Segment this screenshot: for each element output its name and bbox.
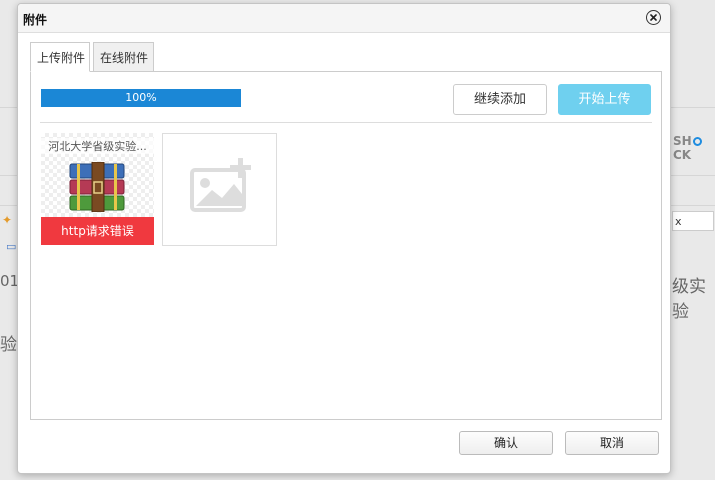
bg-divider bbox=[0, 205, 17, 206]
bg-text-right: 级实验 bbox=[672, 277, 706, 322]
archive-file-icon bbox=[69, 162, 125, 212]
start-upload-button[interactable]: 开始上传 bbox=[558, 84, 651, 115]
add-more-button[interactable]: 继续添加 bbox=[453, 84, 547, 115]
bg-divider bbox=[0, 175, 17, 176]
bg-divider bbox=[671, 175, 715, 176]
bg-logo-left: SH bbox=[673, 134, 692, 148]
confirm-button[interactable]: 确认 bbox=[459, 431, 553, 455]
add-image-icon bbox=[190, 158, 251, 212]
add-file-placeholder[interactable] bbox=[162, 133, 277, 246]
dialog-title: 附件 bbox=[23, 13, 48, 27]
tab-online-attachment[interactable]: 在线附件 bbox=[93, 42, 154, 72]
bg-divider bbox=[0, 107, 17, 108]
attachment-dialog: 附件 上传附件 在线附件 100% 继续添加 开始上传 河北大学省级实验... bbox=[17, 3, 671, 474]
bg-text-left: 验 bbox=[0, 335, 17, 355]
file-item[interactable]: 河北大学省级实验... http请求错误 bbox=[41, 133, 154, 245]
tab-upload-attachment[interactable]: 上传附件 bbox=[30, 42, 90, 72]
editor-icon[interactable]: ▭ bbox=[6, 240, 16, 253]
upload-progress-bar: 100% bbox=[41, 89, 241, 107]
close-icon bbox=[650, 14, 657, 21]
bg-input-box[interactable]: x bbox=[672, 211, 714, 231]
toolbar-divider bbox=[40, 122, 652, 123]
upload-toolbar: 100% 继续添加 开始上传 bbox=[31, 72, 661, 122]
logo-circle-icon bbox=[692, 137, 702, 146]
close-button[interactable] bbox=[646, 10, 661, 25]
cancel-button[interactable]: 取消 bbox=[565, 431, 659, 455]
bg-logo-right: CK bbox=[673, 148, 692, 162]
magic-wand-icon[interactable]: ✦ bbox=[2, 213, 12, 227]
file-name: 河北大学省级实验... bbox=[41, 138, 154, 154]
upload-error-status: http请求错误 bbox=[41, 217, 154, 245]
upload-panel: 100% 继续添加 开始上传 河北大学省级实验... http请求错误 bbox=[30, 71, 662, 420]
bg-input-text: x bbox=[675, 215, 682, 228]
dialog-titlebar: 附件 bbox=[18, 4, 670, 33]
bg-logo: SHCK bbox=[673, 134, 715, 162]
bg-divider bbox=[671, 107, 715, 108]
bg-divider bbox=[671, 205, 715, 206]
